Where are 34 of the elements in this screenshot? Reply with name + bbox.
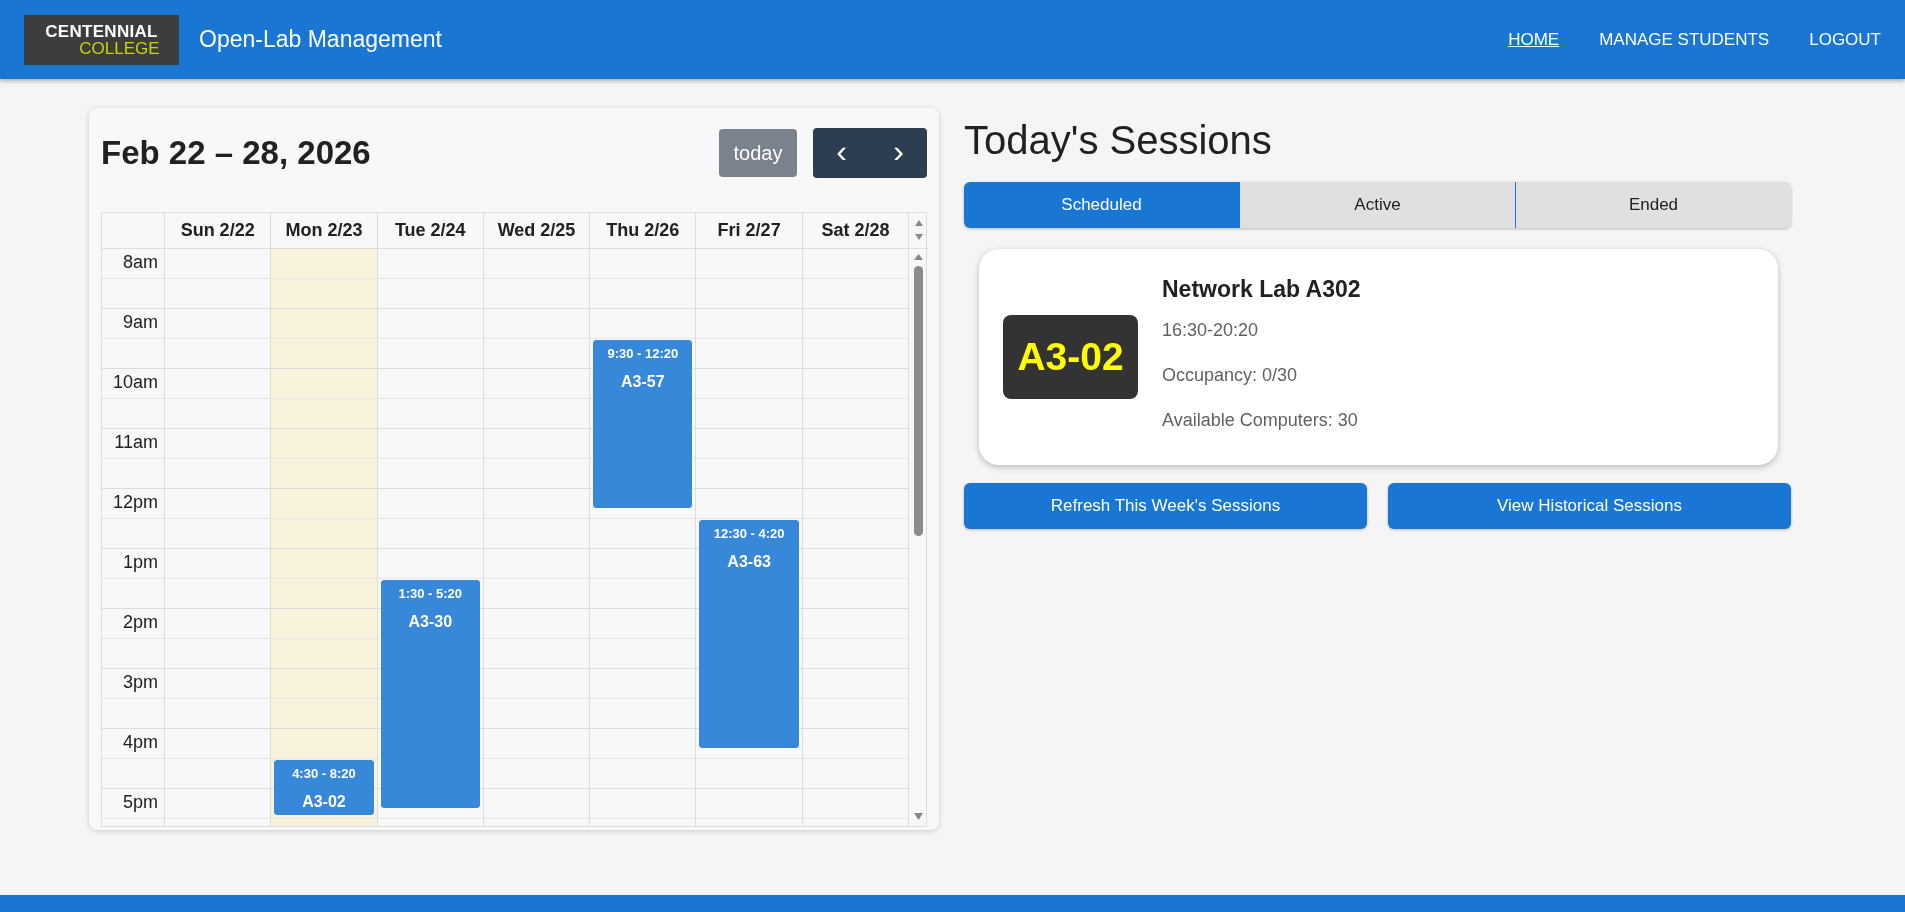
previous-button[interactable]: ‹ <box>813 128 870 178</box>
nav-link[interactable]: MANAGE STUDENTS <box>1599 26 1770 53</box>
time-label: 4pm <box>122 731 159 753</box>
session-tab[interactable]: Active <box>1239 182 1515 228</box>
time-label: 10am <box>111 371 159 393</box>
time-label: 11am <box>113 431 159 453</box>
nav-link[interactable]: LOGOUT <box>1809 26 1881 53</box>
time-label: 12pm <box>111 491 159 513</box>
time-label: 3pm <box>122 671 159 693</box>
session-event[interactable]: 9:30 - 12:20 A3-57 <box>593 340 693 508</box>
room-badge: A3-02 <box>1003 315 1138 399</box>
time-label: 9am <box>122 311 159 333</box>
today-button[interactable]: today <box>719 129 797 177</box>
time-label: 2pm <box>122 611 159 633</box>
session-tab[interactable]: Ended <box>1515 182 1791 228</box>
history-button[interactable]: View Historical Sessions <box>1388 483 1791 529</box>
sessions-heading: Today's Sessions <box>964 117 1273 164</box>
time-label: 5pm <box>122 791 159 813</box>
nav-link[interactable]: HOME <box>1508 26 1560 53</box>
session-tab[interactable]: Scheduled <box>964 182 1239 228</box>
app-title: Open-Lab Management <box>199 25 442 55</box>
refresh-button[interactable]: Refresh This Week's Sessions <box>964 483 1367 529</box>
occupancy-text: Occupancy: 0/30 <box>1162 364 1299 388</box>
session-event[interactable]: 12:30 - 4:20 A3-63 <box>699 520 799 748</box>
college-logo: CENTENNIAL COLLEGE <box>24 14 179 65</box>
date-range-title: Feb 22 – 28, 2026 <box>101 133 371 173</box>
available-computers-text: Available Computers: 30 <box>1162 409 1359 433</box>
session-time: 16:30-20:20 <box>1162 319 1260 343</box>
time-label: 1pm <box>122 551 159 573</box>
session-name: Network Lab A302 <box>1162 275 1361 304</box>
session-event[interactable]: 1:30 - 5:20 A3-30 <box>380 580 480 808</box>
session-event[interactable]: 4:30 - 8:20 A3-02 <box>274 760 374 815</box>
next-button[interactable]: › <box>870 128 927 178</box>
time-label: 8am <box>122 251 159 273</box>
